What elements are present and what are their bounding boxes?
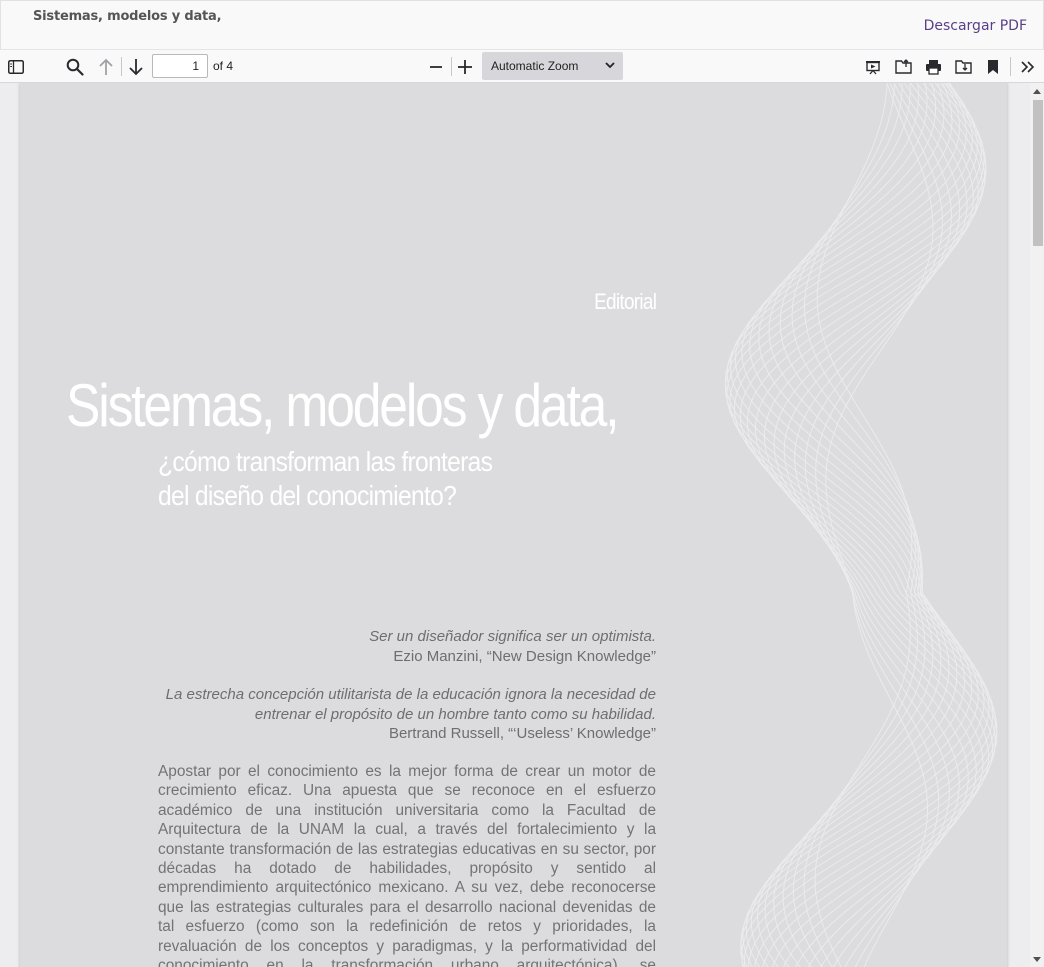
presentation-mode-icon[interactable] [860, 54, 886, 79]
epigraph-2: La estrecha concepción utilitarista de l… [166, 685, 656, 744]
toolbar-separator [1010, 57, 1011, 76]
download-pdf-link[interactable]: Descargar PDF [924, 18, 1027, 34]
page-number-input[interactable] [152, 54, 208, 78]
open-file-icon[interactable] [890, 54, 916, 79]
scrollbar-thumb[interactable] [1033, 100, 1043, 246]
page-count-label: of 4 [213, 59, 234, 73]
zoom-select[interactable]: Automatic Zoom [482, 52, 623, 80]
download-icon[interactable] [950, 54, 976, 79]
epigraph-text: La estrecha concepción utilitarista de l… [165, 686, 656, 703]
search-icon[interactable] [62, 54, 88, 79]
wave-strand [733, 83, 998, 967]
pdf-viewer[interactable]: Editorial Sistemas, modelos y data, ¿cóm… [0, 83, 1030, 967]
subtitle-line: ¿cómo transforman las fronteras [158, 446, 493, 477]
scroll-up-arrow-icon[interactable] [1033, 89, 1041, 94]
bookmark-icon[interactable] [980, 54, 1006, 79]
section-label: Editorial [593, 289, 657, 314]
wave-strand [815, 83, 944, 967]
print-icon[interactable] [920, 54, 946, 79]
body-paragraph: Apostar por el conocimiento es la mejor … [158, 763, 656, 967]
wave-strand [739, 83, 997, 967]
next-page-icon[interactable] [123, 54, 149, 79]
vertical-scrollbar[interactable] [1030, 83, 1044, 967]
decorative-wave-graphic [724, 83, 998, 967]
chevron-down-icon [605, 62, 615, 69]
previous-page-icon[interactable] [93, 54, 119, 79]
epigraph-text: entrenar el propósito de un hombre tanto… [254, 705, 656, 723]
zoom-select-value: Automatic Zoom [491, 59, 579, 73]
epigraph-author: Ezio Manzini, “New Design Knowledge” [393, 647, 656, 665]
sidebar-toggle-icon[interactable] [3, 54, 29, 79]
zoom-out-icon[interactable] [423, 54, 449, 79]
epigraph-1: Ser un diseñador significa ser un optimi… [369, 627, 656, 666]
article-title: Sistemas, modelos y data, [66, 372, 620, 439]
zoom-in-icon[interactable] [452, 54, 478, 79]
wave-strand [783, 83, 969, 967]
wave-strand [724, 83, 994, 967]
tools-menu-icon[interactable] [1015, 54, 1041, 79]
epigraph-text: Ser un diseñador significa ser un optimi… [369, 628, 656, 645]
epigraph-author: Bertrand Russell, “‘Useless’ Knowledge” [388, 725, 656, 742]
scroll-down-arrow-icon[interactable] [1033, 957, 1041, 962]
wave-strand [791, 83, 926, 967]
pdf-page: Editorial Sistemas, modelos y data, ¿cóm… [20, 83, 1007, 967]
article-subtitle: ¿cómo transforman las fronteras del dise… [158, 445, 493, 513]
subtitle-line: del diseño del conocimiento? [158, 480, 457, 511]
toolbar-separator [121, 57, 122, 76]
document-title: Sistemas, modelos y data, [33, 9, 222, 24]
header-bar: Sistemas, modelos y data, Descargar PDF [0, 0, 1044, 50]
wave-strand [724, 83, 990, 967]
